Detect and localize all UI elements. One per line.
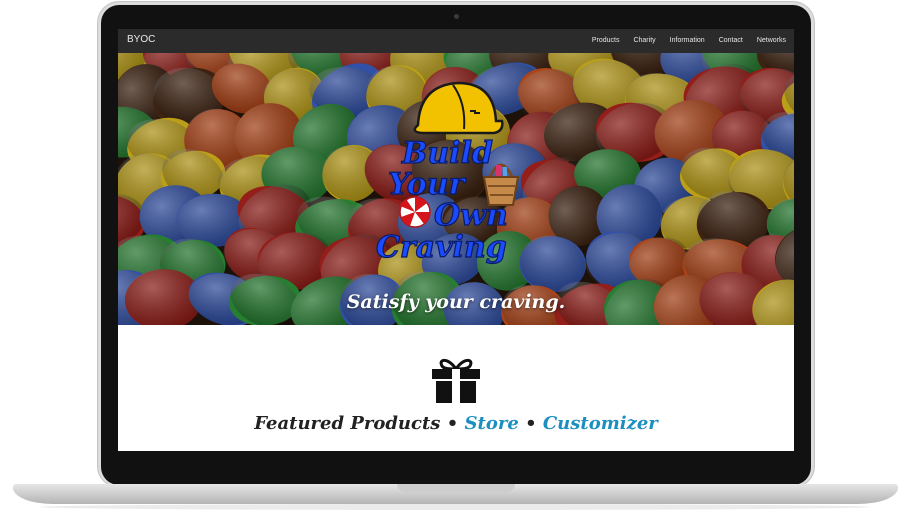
laptop-hinge-notch [397,484,515,492]
nav-menu: Products Charity Information Contact Net… [592,37,786,44]
logo-line-craving: Craving [376,230,507,265]
nav-item-contact[interactable]: Contact [719,37,743,44]
separator-dot: • [525,413,537,434]
nav-item-charity[interactable]: Charity [633,37,655,44]
logo-text: Build Your Own Craving [375,135,508,265]
customizer-link[interactable]: Customizer [543,413,658,434]
logo-line-own: Own [434,198,508,233]
hero-tagline: Satisfy your craving. [346,291,566,313]
brand-logo-link[interactable]: BYOC [127,34,155,45]
laptop-screen: BYOC Products Charity Information Contac… [118,29,794,451]
logo-line-your: Your [388,167,467,202]
navbar: BYOC Products Charity Information Contac… [118,29,794,53]
gift-icon [432,358,480,403]
store-link[interactable]: Store [465,413,519,434]
logo-line-build: Build [401,136,493,171]
separator-dot: • [446,413,459,434]
nav-item-networks[interactable]: Networks [757,37,786,44]
webcam-icon [454,14,459,19]
hero-banner: Build Your Own Craving Satisfy your crav… [118,53,794,325]
laptop-shadow [40,504,870,510]
nav-item-products[interactable]: Products [592,37,620,44]
featured-links: Featured Products • Store • Customizer [118,413,794,434]
featured-section: Featured Products • Store • Customizer [118,325,794,451]
nav-item-information[interactable]: Information [670,37,705,44]
featured-products-heading: Featured Products [254,413,441,434]
